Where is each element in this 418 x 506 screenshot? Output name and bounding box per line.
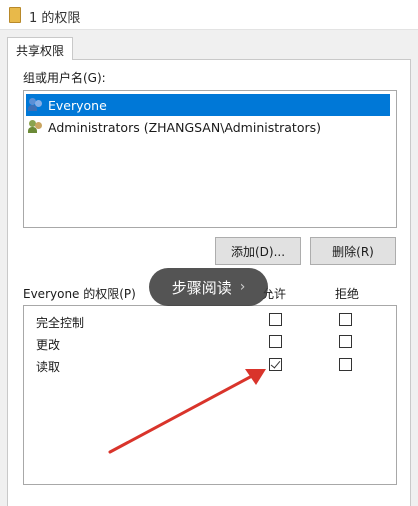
permission-change-label: 更改 bbox=[36, 338, 61, 352]
permissions-label: Everyone 的权限(P) bbox=[23, 287, 136, 301]
permission-full-control-label: 完全控制 bbox=[36, 316, 85, 330]
deny-column-header: 拒绝 bbox=[335, 287, 360, 301]
users-listbox[interactable]: Everyone Administrators (ZHANGSAN\Admini… bbox=[23, 90, 397, 228]
chevron-right-icon: › bbox=[239, 279, 246, 295]
full-control-allow-checkbox[interactable] bbox=[269, 313, 282, 326]
read-allow-checkbox[interactable] bbox=[269, 358, 282, 371]
list-item-administrators[interactable]: Administrators (ZHANGSAN\Administrators) bbox=[26, 116, 390, 138]
user-name: Administrators (ZHANGSAN\Administrators) bbox=[48, 119, 322, 135]
permissions-list bbox=[23, 305, 397, 485]
user-group-icon bbox=[28, 98, 44, 112]
tab-share-permissions[interactable]: 共享权限 bbox=[7, 37, 73, 60]
title-bar: 1 的权限 bbox=[0, 0, 418, 30]
step-reading-overlay[interactable]: 步骤阅读 › bbox=[149, 268, 268, 306]
window-title: 1 的权限 bbox=[29, 11, 81, 26]
full-control-deny-checkbox[interactable] bbox=[339, 313, 352, 326]
change-allow-checkbox[interactable] bbox=[269, 335, 282, 348]
remove-button[interactable]: 删除(R) bbox=[310, 237, 396, 265]
read-deny-checkbox[interactable] bbox=[339, 358, 352, 371]
add-button[interactable]: 添加(D)... bbox=[215, 237, 301, 265]
list-item-everyone[interactable]: Everyone bbox=[26, 94, 390, 116]
folder-icon bbox=[9, 7, 21, 23]
overlay-label: 步骤阅读 bbox=[171, 278, 232, 297]
users-label: 组或用户名(G): bbox=[23, 71, 106, 85]
change-deny-checkbox[interactable] bbox=[339, 335, 352, 348]
user-name: Everyone bbox=[48, 97, 107, 113]
user-group-icon bbox=[28, 120, 44, 134]
permission-read-label: 读取 bbox=[36, 360, 61, 374]
